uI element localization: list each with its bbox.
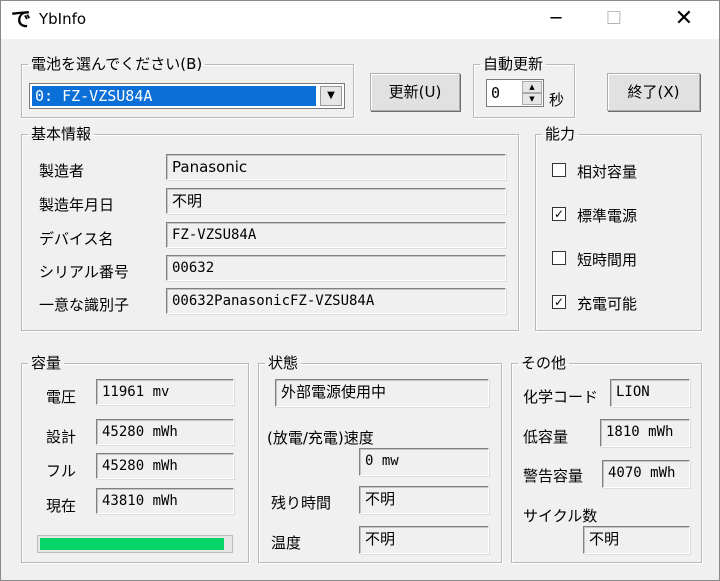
battery-select-label: 電池を選んでください(B): [31, 55, 203, 73]
serial-number-label: シリアル番号: [39, 263, 129, 281]
cycle-count-label: サイクル数: [523, 507, 598, 525]
refresh-button[interactable]: 更新(U): [370, 73, 460, 111]
full-capacity-label: フル: [46, 462, 77, 480]
low-capacity-field: 1810 mWh: [600, 419, 690, 447]
remaining-time-field: 不明: [359, 486, 489, 514]
relative-capacity-checkbox[interactable]: [552, 163, 566, 177]
manufacture-date-field: 不明: [166, 188, 506, 214]
minimize-button[interactable]: ─: [533, 1, 579, 39]
full-capacity-field: 45280 mWh: [96, 453, 234, 479]
manufacturer-label: 製造者: [39, 162, 85, 180]
dropdown-arrow-icon[interactable]: ▼: [320, 86, 342, 106]
app-icon: で: [11, 7, 31, 31]
warning-capacity-label: 警告容量: [523, 467, 584, 485]
charge-progress-bar: [37, 535, 233, 553]
temperature-label: 温度: [271, 534, 302, 552]
rechargeable-label: 充電可能: [577, 295, 638, 313]
spin-up-icon[interactable]: ▲: [522, 81, 542, 93]
remaining-time-label: 残り時間: [271, 494, 332, 512]
cycle-count-field: 不明: [583, 526, 690, 554]
basic-info-label: 基本情報: [31, 125, 92, 143]
window-title: YbInfo: [39, 10, 87, 28]
temperature-field: 不明: [359, 526, 489, 554]
warning-capacity-field: 4070 mWh: [602, 460, 690, 488]
unique-id-label: 一意な識別子: [39, 296, 130, 314]
rate-field: 0 mw: [359, 448, 489, 476]
auto-refresh-label: 自動更新: [483, 55, 544, 73]
capacity-label: 容量: [31, 354, 62, 372]
relative-capacity-label: 相対容量: [577, 163, 638, 181]
design-capacity-label: 設計: [46, 428, 77, 446]
current-capacity-label: 現在: [46, 497, 77, 515]
status-label: 状態: [268, 354, 299, 372]
serial-number-field: 00632: [166, 255, 506, 281]
short-term-checkbox[interactable]: [552, 251, 566, 265]
design-capacity-field: 45280 mWh: [96, 419, 234, 445]
battery-combobox[interactable]: 0: FZ-VZSU84A ▼: [29, 83, 345, 109]
manufacturer-field: Panasonic: [166, 154, 506, 180]
device-name-field: FZ-VZSU84A: [166, 222, 506, 248]
chemistry-field: LION: [610, 379, 690, 407]
unique-id-field: 00632PanasonicFZ-VZSU84A: [166, 288, 506, 314]
current-capacity-field: 43810 mWh: [96, 488, 234, 514]
close-button[interactable]: ✕: [661, 1, 707, 39]
auto-refresh-unit: 秒: [549, 91, 565, 109]
ybinfo-window: で YbInfo ─ ☐ ✕ 電池を選んでください(B) 0: FZ-VZSU8…: [0, 0, 720, 581]
title-bar[interactable]: で YbInfo ─ ☐ ✕: [1, 1, 719, 39]
voltage-field: 11961 mv: [96, 379, 234, 405]
voltage-label: 電圧: [46, 388, 77, 406]
manufacture-date-label: 製造年月日: [39, 196, 115, 214]
maximize-button: ☐: [605, 8, 623, 29]
chemistry-label: 化学コード: [523, 388, 599, 406]
charge-progress-fill: [40, 538, 224, 550]
rate-label: (放電/充電)速度: [267, 429, 374, 447]
standard-power-label: 標準電源: [577, 207, 638, 225]
auto-refresh-value: 0: [491, 84, 501, 102]
device-name-label: デバイス名: [39, 230, 114, 248]
power-state-field: 外部電源使用中: [275, 379, 489, 407]
auto-refresh-spinner[interactable]: 0 ▲ ▼: [486, 79, 544, 107]
spin-down-icon[interactable]: ▼: [522, 93, 542, 105]
battery-combobox-value: 0: FZ-VZSU84A: [32, 86, 316, 106]
low-capacity-label: 低容量: [523, 428, 569, 446]
exit-button[interactable]: 終了(X): [607, 73, 700, 111]
short-term-label: 短時間用: [577, 251, 638, 269]
rechargeable-checkbox[interactable]: ✓: [552, 295, 566, 309]
other-label: その他: [521, 354, 567, 372]
standard-power-checkbox[interactable]: ✓: [552, 207, 566, 221]
capability-label: 能力: [545, 125, 576, 143]
